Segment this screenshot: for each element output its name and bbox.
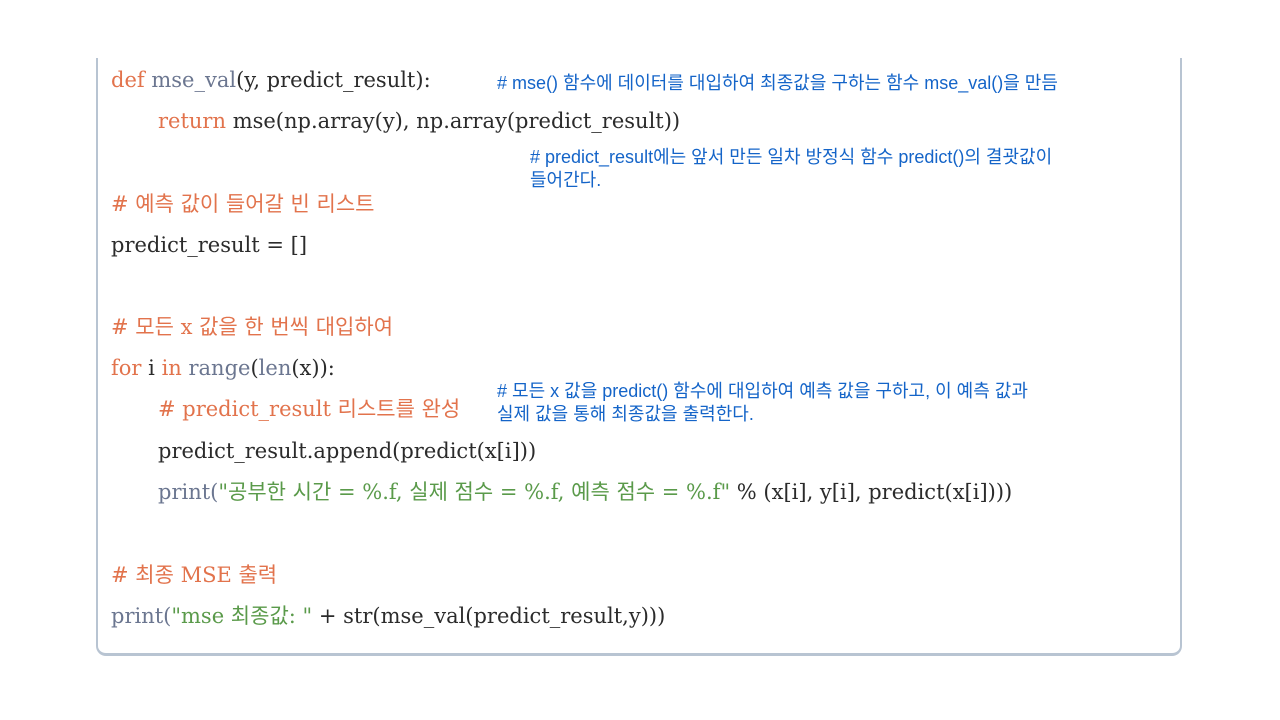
keyword-return: return: [158, 109, 226, 133]
code-line-print-loop: print("공부한 시간 = %.f, 실제 점수 = %.f, 예측 점수 …: [158, 478, 1012, 506]
builtin-len: len: [258, 356, 292, 380]
comment-final-mse: # 최종 MSE 출력: [111, 563, 278, 587]
code-line-return: return mse(np.array(y), np.array(predict…: [158, 107, 680, 135]
annotation-loop-line2: 실제 값을 통해 최종값을 출력한다.: [497, 404, 754, 424]
print-format-string: "공부한 시간 = %.f, 실제 점수 = %.f, 예측 점수 = %.f": [218, 480, 731, 504]
code-line-append: predict_result.append(predict(x[i])): [158, 439, 537, 463]
keyword-for: for: [111, 356, 142, 380]
annotation-loop-line1: # 모든 x 값을 predict() 함수에 대입하여 예측 값을 구하고, …: [497, 381, 1028, 401]
code-line-init-list: predict_result = []: [111, 233, 308, 257]
range-paren: (: [250, 356, 259, 380]
code-line-def: def mse_val(y, predict_result):: [111, 66, 431, 94]
annotation-mse-val: # mse() 함수에 데이터를 대입하여 최종값을 구하는 함수 mse_va…: [497, 73, 1058, 93]
builtin-range: range: [188, 356, 251, 380]
comment-complete-list: # predict_result 리스트를 완성: [158, 397, 461, 421]
annotation-predict-result-line1: # predict_result에는 앞서 만든 일차 방정식 함수 predi…: [530, 147, 1053, 167]
annotation-predict-result-line2: 들어간다.: [530, 170, 602, 190]
code-line-for: for i in range(len(x)):: [111, 354, 335, 382]
keyword-def: def: [111, 68, 145, 92]
print-final-string: "mse 최종값: ": [171, 604, 313, 628]
comment-empty-list: # 예측 값이 들어갈 빈 리스트: [111, 192, 375, 216]
print-final-args: + str(mse_val(predict_result,y))): [312, 604, 666, 628]
for-rest: (x)):: [291, 356, 335, 380]
builtin-print-final: print(: [111, 604, 172, 628]
builtin-print: print(: [158, 480, 219, 504]
keyword-in: in: [161, 356, 182, 380]
code-line-print-final: print("mse 최종값: " + str(mse_val(predict_…: [111, 602, 665, 630]
return-expression: mse(np.array(y), np.array(predict_result…: [232, 109, 681, 133]
function-args: (y, predict_result):: [236, 68, 431, 92]
loop-var: i: [148, 356, 155, 380]
print-args: % (x[i], y[i], predict(x[i]))): [730, 480, 1013, 504]
comment-loop: # 모든 x 값을 한 번씩 대입하여: [111, 315, 394, 339]
function-name: mse_val: [151, 68, 237, 92]
